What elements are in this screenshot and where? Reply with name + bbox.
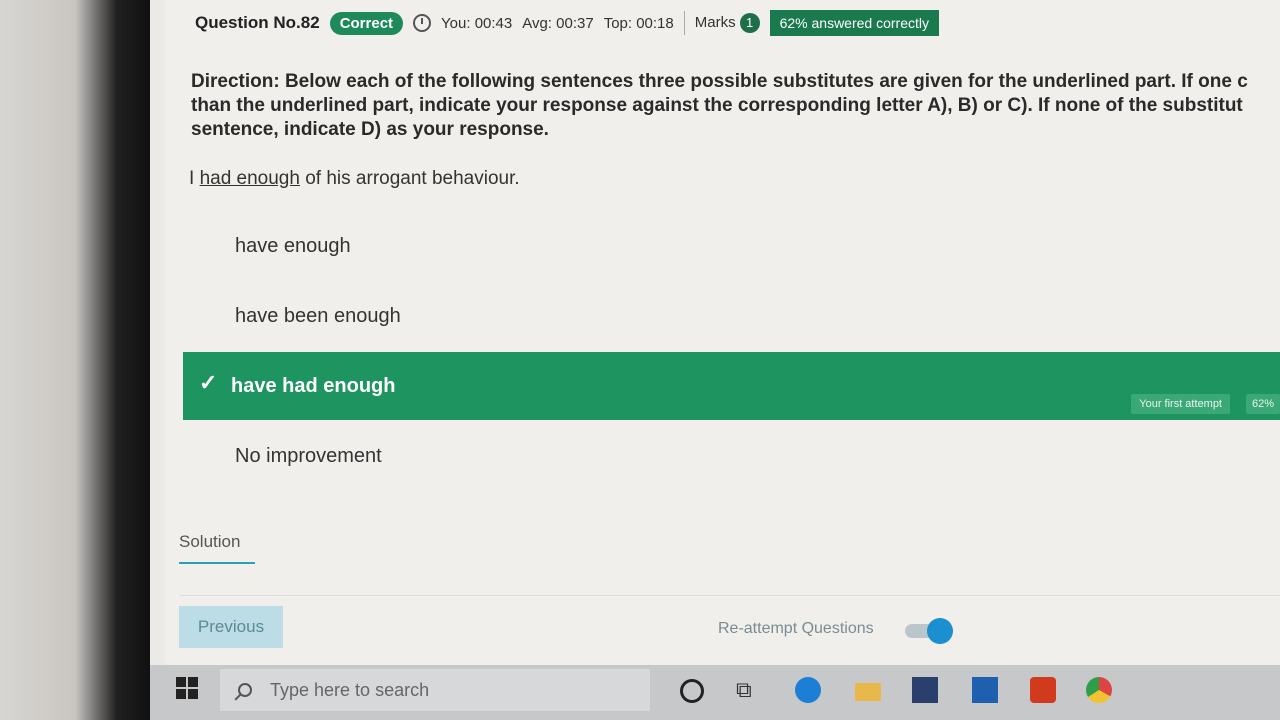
task-view-icon[interactable]: ⧉: [736, 677, 762, 703]
mail-icon[interactable]: [972, 677, 998, 703]
option-percent-tag: 62%: [1245, 394, 1280, 414]
marks-value: 1: [739, 13, 760, 33]
sentence-underlined: had enough: [199, 168, 300, 189]
direction-line-2: than the underlined part, indicate your …: [191, 95, 1243, 116]
edge-icon[interactable]: [795, 677, 821, 703]
option-label: have enough: [235, 234, 351, 257]
correct-badge: Correct: [329, 11, 404, 35]
office-icon[interactable]: [1030, 677, 1056, 703]
direction-line-1: Direction: Below each of the following s…: [191, 71, 1248, 92]
header-divider: [683, 11, 685, 35]
option-label: have been enough: [235, 304, 401, 327]
check-icon: ✓: [199, 370, 218, 395]
search-icon: [238, 683, 252, 697]
reattempt-label: Re-attempt Questions: [718, 620, 874, 637]
monitor-bezel: [0, 0, 150, 720]
option-label: No improvement: [235, 444, 382, 467]
option-c-correct[interactable]: ✓ have had enough Your first attempt 62%: [183, 352, 1280, 420]
search-placeholder: Type here to search: [270, 679, 430, 700]
answered-correctly-badge: 62% answered correctly: [769, 10, 939, 36]
chrome-icon[interactable]: [1086, 677, 1112, 703]
timing-you: You: 00:43: [441, 14, 513, 32]
question-number: Question No.82: [195, 13, 320, 32]
previous-button[interactable]: Previous: [179, 606, 283, 648]
timing-avg: Avg: 00:37: [522, 14, 594, 32]
windows-start-icon[interactable]: [176, 677, 198, 699]
sentence-suffix: of his arrogant behaviour.: [299, 168, 520, 189]
option-a[interactable]: have enough: [183, 218, 1280, 274]
direction-text: Direction: Below each of the following s…: [191, 70, 1280, 142]
tab-solution[interactable]: Solution: [179, 532, 255, 564]
divider: [179, 595, 1280, 596]
cortana-icon[interactable]: [680, 679, 704, 703]
question-header: Question No.82 Correct You: 00:43 Avg: 0…: [195, 6, 1280, 40]
marks-label: Marks: [694, 14, 736, 31]
option-label: have had enough: [231, 374, 396, 397]
clock-icon: [413, 14, 432, 32]
file-explorer-icon[interactable]: [855, 683, 881, 701]
option-d[interactable]: No improvement: [183, 428, 1280, 484]
marks: Marks 1: [695, 13, 760, 33]
quiz-content: Question No.82 Correct You: 00:43 Avg: 0…: [165, 0, 1280, 665]
reattempt-toggle[interactable]: [905, 618, 955, 644]
taskbar: Type here to search ⧉: [150, 665, 1280, 720]
direction-line-3: sentence, indicate D) as your response.: [191, 119, 549, 140]
store-icon[interactable]: [912, 677, 938, 703]
timing-top: Top: 00:18: [603, 14, 674, 32]
question-sentence: I had enough of his arrogant behaviour.: [189, 168, 520, 190]
first-attempt-tag: Your first attempt: [1131, 394, 1230, 414]
taskbar-search[interactable]: Type here to search: [220, 669, 650, 711]
sentence-prefix: I: [189, 168, 200, 189]
screen: Question No.82 Correct You: 00:43 Avg: 0…: [150, 0, 1280, 720]
option-b[interactable]: have been enough: [183, 288, 1280, 344]
toggle-knob: [927, 618, 953, 644]
